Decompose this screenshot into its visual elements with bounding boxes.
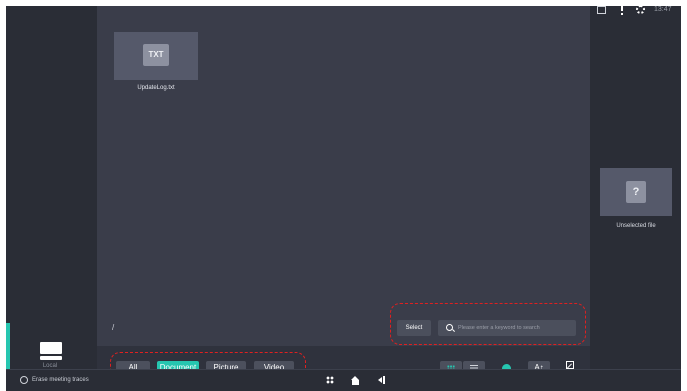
- home-icon[interactable]: [351, 376, 360, 385]
- frame-right: [681, 0, 687, 391]
- annotation-search-highlight: [390, 303, 586, 345]
- drive-icon: [40, 342, 62, 360]
- alert-icon[interactable]: [621, 5, 623, 15]
- preview-label: Unselected file: [616, 223, 656, 229]
- txt-file-icon: TXT: [143, 44, 169, 66]
- back-icon[interactable]: [378, 376, 386, 384]
- edit-icon[interactable]: [566, 361, 574, 369]
- system-taskbar: Erase meeting traces: [6, 369, 681, 391]
- gear-icon[interactable]: [636, 5, 645, 14]
- erase-icon[interactable]: [20, 376, 28, 384]
- image-icon[interactable]: [597, 6, 606, 14]
- clock: 13:47: [654, 6, 672, 13]
- apps-icon[interactable]: [326, 376, 334, 384]
- erase-meeting-traces-label[interactable]: Erase meeting traces: [32, 377, 89, 383]
- file-item[interactable]: TXT UpdateLog.txt: [114, 32, 200, 98]
- left-sidebar: [6, 6, 97, 369]
- sidebar-active-indicator: [6, 323, 10, 369]
- unknown-file-icon: ?: [626, 181, 646, 203]
- file-name: UpdateLog.txt: [137, 85, 175, 91]
- preview-thumbnail: ?: [600, 168, 672, 216]
- file-thumbnail[interactable]: TXT: [114, 32, 198, 80]
- current-path: /: [112, 323, 115, 332]
- sidebar-item-local[interactable]: Local: [24, 326, 82, 370]
